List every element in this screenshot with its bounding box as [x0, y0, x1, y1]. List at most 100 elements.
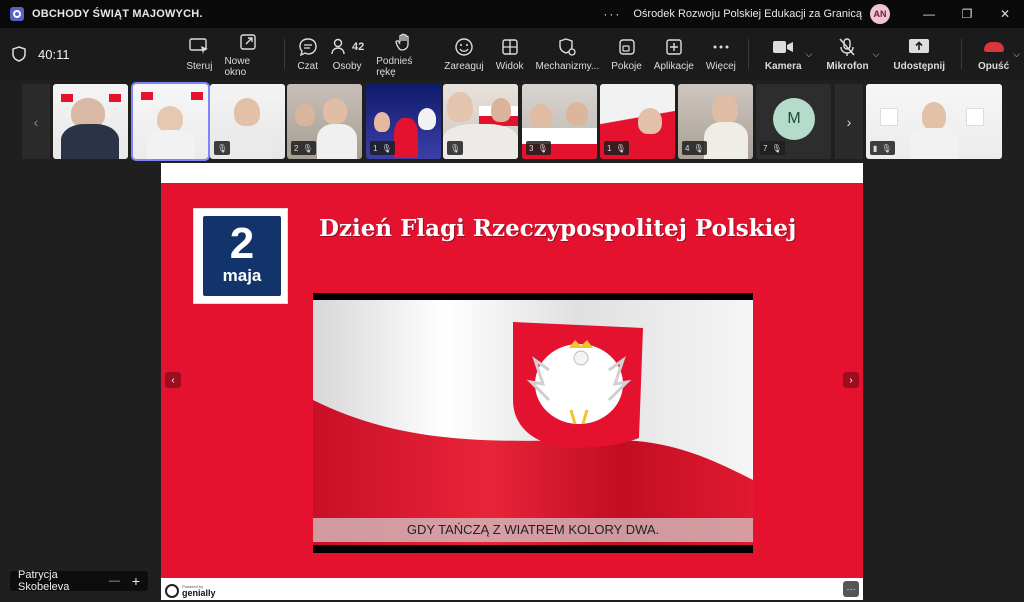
people-badge: 4 — [685, 143, 690, 153]
mic-muted-indicator: 1 🎙 — [370, 141, 395, 155]
mic-muted-indicator: 🎙 — [447, 141, 464, 155]
slide-prev-button[interactable]: ‹ — [165, 372, 181, 388]
participant-tile[interactable]: ▮ 🎙 — [866, 84, 1002, 159]
slide-more-button[interactable]: ··· — [843, 581, 859, 597]
meeting-title: OBCHODY ŚWIĄT MAJOWYCH. — [32, 8, 203, 20]
more-button[interactable]: Więcej — [700, 28, 742, 80]
mic-muted-icon: 🎙 — [381, 143, 392, 153]
toolbar-divider — [961, 39, 963, 69]
more-options-icon[interactable]: ··· — [603, 7, 621, 21]
share-screen-icon — [908, 36, 930, 58]
raise-hand-label: Podnieś rękę — [376, 55, 413, 78]
screen-control-icon — [188, 36, 210, 58]
mechanisms-button[interactable]: Mechanizmy... — [530, 28, 606, 80]
participant-tile[interactable]: 🎙 — [443, 84, 518, 159]
signal-icon: ▮ — [873, 143, 878, 153]
people-button[interactable]: 42 Osoby — [324, 28, 370, 80]
hand-icon — [394, 31, 414, 53]
toolbar-divider — [284, 39, 286, 69]
account-avatar[interactable]: AN — [870, 4, 890, 24]
people-label: Osoby — [332, 61, 362, 72]
participant-tile[interactable]: 1 🎙 — [366, 84, 441, 159]
more-label: Więcej — [705, 61, 736, 72]
ellipsis-icon — [711, 36, 731, 58]
mic-muted-icon: 🎙 — [771, 143, 782, 153]
mic-muted-indicator: 7 🎙 — [760, 141, 785, 155]
people-count: 42 — [351, 41, 365, 53]
shield-gear-icon — [557, 36, 577, 58]
chevron-left-icon: ‹ — [171, 374, 175, 386]
mic-muted-icon: 🎙 — [450, 143, 461, 153]
people-badge: 2 — [294, 143, 299, 153]
mic-muted-icon: 🎙 — [302, 143, 313, 153]
minimize-button[interactable]: — — [910, 0, 948, 28]
camera-icon — [772, 36, 794, 58]
shared-content-stage: 2 maja Dzień Flagi Rzeczypospolitej Pols… — [161, 163, 863, 600]
chat-icon — [298, 36, 318, 58]
participant-tile[interactable]: 3 🎙 — [522, 84, 597, 159]
waving-flag-image — [313, 300, 753, 545]
date-badge-word: maja — [222, 266, 262, 285]
control-button[interactable]: Steruj — [180, 28, 218, 80]
raise-hand-button[interactable]: Podnieś rękę — [370, 28, 438, 80]
participant-tile[interactable]: 1 🎙 — [600, 84, 675, 159]
rooms-button[interactable]: Pokoje — [605, 28, 648, 80]
chat-button[interactable]: Czat — [291, 28, 324, 80]
people-badge: 3 — [529, 143, 534, 153]
participant-tile[interactable] — [53, 84, 128, 159]
participant-tile[interactable]: 4 🎙 — [678, 84, 753, 159]
new-window-button[interactable]: Nowe okno — [218, 28, 278, 80]
control-label: Steruj — [186, 61, 213, 72]
new-window-icon — [238, 31, 258, 53]
participant-tile-active[interactable] — [131, 82, 210, 161]
react-button[interactable]: Zareaguj — [438, 28, 489, 80]
leave-label: Opuść — [978, 61, 1010, 72]
grid-view-icon — [500, 36, 520, 58]
organization-name: Ośrodek Rozwoju Polskiej Edukacji za Gra… — [633, 8, 862, 20]
slide-next-button[interactable]: › — [843, 372, 859, 388]
presenter-name-chip: Patrycja Skobeleva — + — [10, 569, 148, 593]
share-label: Udostępnij — [893, 61, 946, 72]
minimize-chip-icon[interactable]: — — [109, 575, 120, 587]
genially-logo[interactable]: Powered by genially — [165, 584, 216, 598]
people-icon: 42 — [330, 36, 364, 58]
emoji-icon — [454, 36, 474, 58]
video-caption: GDY TAŃCZĄ Z WIATREM KOLORY DWA. — [313, 518, 753, 542]
mic-label: Mikrofon — [826, 61, 869, 72]
close-button[interactable]: ✕ — [986, 0, 1024, 28]
mic-muted-indicator: 4 🎙 — [682, 141, 707, 155]
participant-tile[interactable]: 2 🎙 — [287, 84, 362, 159]
restore-button[interactable]: ❐ — [948, 0, 986, 28]
date-badge: 2 maja — [193, 208, 288, 304]
chevron-right-icon: › — [849, 374, 853, 386]
video-feed — [53, 84, 128, 159]
video-feed — [133, 84, 208, 159]
participant-tile[interactable]: M 7 🎙 — [756, 84, 831, 159]
share-button[interactable]: Udostępnij — [883, 28, 955, 80]
camera-label: Kamera — [764, 61, 802, 72]
participant-tile[interactable]: 🎙 — [210, 84, 285, 159]
camera-button[interactable]: Kamera — [755, 28, 812, 80]
react-label: Zareaguj — [444, 61, 484, 72]
mic-button[interactable]: Mikrofon — [816, 28, 878, 80]
avatar: M — [773, 98, 815, 140]
flag-video[interactable]: GDY TAŃCZĄ Z WIATREM KOLORY DWA. — [313, 293, 753, 553]
people-badge: 1 — [373, 143, 378, 153]
title-bar: OBCHODY ŚWIĄT MAJOWYCH. ··· Ośrodek Rozw… — [0, 0, 1024, 28]
participant-strip: ‹ 🎙 2 🎙 1 🎙 🎙 3 🎙 1 🎙 4 🎙 M 7 🎙 › ▮ 🎙 — [0, 80, 1024, 161]
strip-next-button[interactable]: › — [835, 84, 863, 159]
add-icon[interactable]: + — [132, 573, 140, 589]
chevron-right-icon: › — [846, 113, 852, 130]
leave-button[interactable]: Opuść — [968, 28, 1019, 80]
view-button[interactable]: Widok — [490, 28, 530, 80]
mic-muted-indicator: 3 🎙 — [526, 141, 551, 155]
mic-muted-icon: 🎙 — [537, 143, 548, 153]
mic-muted-icon: 🎙 — [217, 143, 228, 153]
apps-button[interactable]: Aplikacje — [648, 28, 700, 80]
chevron-left-icon: ‹ — [33, 113, 39, 130]
strip-prev-button[interactable]: ‹ — [22, 84, 50, 159]
video-frame: GDY TAŃCZĄ Z WIATREM KOLORY DWA. — [313, 300, 753, 545]
slide-title: Dzień Flagi Rzeczypospolitej Polskiej — [319, 215, 797, 242]
mic-muted-indicator: ▮ 🎙 — [870, 141, 895, 155]
meeting-toolbar: 40:11 Steruj Nowe okno Czat 42 Osoby Pod… — [0, 28, 1024, 80]
